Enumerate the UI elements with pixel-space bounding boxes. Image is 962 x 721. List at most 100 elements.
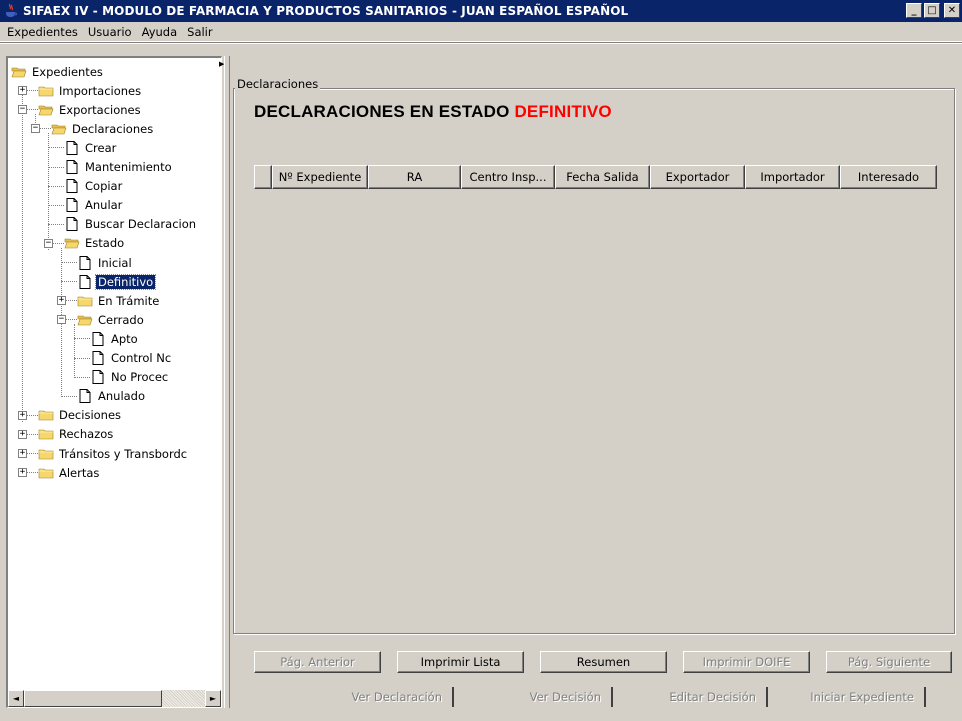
tree-node-tránsitos-y-transbordc[interactable]: Tránsitos y Transbordc <box>38 444 189 463</box>
summary-button[interactable]: Resumen <box>540 651 667 673</box>
tree-node-label: Inicial <box>98 255 132 270</box>
tree-node-copiar[interactable]: Copiar <box>64 177 124 196</box>
tree-node-no-procec[interactable]: No Procec <box>90 368 170 387</box>
tree-node-declaraciones[interactable]: Declaraciones <box>51 119 155 138</box>
column-header-importador[interactable]: Importador <box>745 165 840 189</box>
folder-icon <box>38 407 54 423</box>
tree-connector <box>74 324 75 378</box>
tree-node-apto[interactable]: Apto <box>90 329 140 348</box>
folder-open-icon <box>51 121 67 137</box>
tree-node-anulado[interactable]: Anulado <box>77 387 147 406</box>
page-title: DECLARACIONES EN ESTADO DEFINITIVO <box>254 102 612 122</box>
column-header-ra[interactable]: RA <box>368 165 461 189</box>
tree-horizontal-scrollbar[interactable]: ◄ ► <box>8 690 221 707</box>
close-icon: ✕ <box>947 4 957 16</box>
tree-node-alertas[interactable]: Alertas <box>38 463 101 482</box>
tree-node-label: Estado <box>85 236 125 251</box>
menu-expedientes[interactable]: Expedientes <box>2 25 83 39</box>
tree-node-buscar-declaracion[interactable]: Buscar Declaracion <box>64 215 198 234</box>
print-list-button[interactable]: Imprimir Lista <box>397 651 524 673</box>
declarations-table[interactable]: Nº Expediente RA Centro Insp... Fecha Sa… <box>254 165 937 630</box>
document-icon <box>64 216 80 232</box>
expand-icon[interactable]: + <box>18 429 27 439</box>
document-icon <box>64 178 80 194</box>
menu-usuario[interactable]: Usuario <box>83 25 137 39</box>
column-header-expediente[interactable]: Nº Expediente <box>272 165 368 189</box>
tree-node-inicial[interactable]: Inicial <box>77 253 134 272</box>
menu-salir[interactable]: Salir <box>182 25 217 39</box>
window-title: SIFAEX IV - MODULO DE FARMACIA Y PRODUCT… <box>23 4 629 18</box>
tree-node-mantenimiento[interactable]: Mantenimiento <box>64 158 174 177</box>
folder-icon <box>38 465 54 481</box>
print-doife-button[interactable]: Imprimir DOIFE <box>683 651 810 673</box>
maximize-button[interactable]: □ <box>924 3 940 18</box>
document-icon <box>77 255 93 271</box>
tree-node-label: Decisiones <box>59 408 122 423</box>
folder-icon <box>38 83 54 99</box>
view-decision-button[interactable]: Ver Decisión <box>470 687 613 707</box>
minimize-button[interactable]: _ <box>906 3 922 18</box>
folder-open-icon <box>11 64 27 80</box>
tree-node-label: Control Nc <box>111 351 172 365</box>
expand-icon[interactable]: + <box>57 296 66 306</box>
menu-ayuda[interactable]: Ayuda <box>137 25 183 39</box>
column-header-exportador[interactable]: Exportador <box>650 165 745 189</box>
view-declaration-button[interactable]: Ver Declaración <box>254 687 454 707</box>
collapse-icon[interactable]: − <box>31 124 40 134</box>
tree-node-crear[interactable]: Crear <box>64 138 118 157</box>
folder-open-icon <box>77 312 93 328</box>
table-body[interactable] <box>254 189 937 630</box>
expand-icon[interactable]: + <box>18 86 27 96</box>
next-page-button[interactable]: Pág. Siguiente <box>826 651 952 673</box>
document-icon <box>77 388 93 404</box>
tree-node-exportaciones[interactable]: Exportaciones <box>38 100 143 119</box>
column-header-fecha-salida[interactable]: Fecha Salida <box>555 165 650 189</box>
document-icon <box>90 331 106 347</box>
tree-node-rechazos[interactable]: Rechazos <box>38 425 115 444</box>
column-header-select[interactable] <box>254 165 272 189</box>
document-icon <box>64 159 80 175</box>
tree-node-label: Declaraciones <box>72 121 154 136</box>
expand-icon[interactable]: + <box>18 449 27 458</box>
split-pane-divider[interactable] <box>224 56 230 708</box>
tree-node-control-nc[interactable]: Control Nc <box>90 349 173 368</box>
close-button[interactable]: ✕ <box>944 3 960 18</box>
menu-bar: Expedientes Usuario Ayuda Salir <box>0 22 962 42</box>
scroll-right-button[interactable]: ► <box>205 690 221 707</box>
column-header-centro-insp[interactable]: Centro Insp... <box>461 165 555 189</box>
start-file-button[interactable]: Iniciar Expediente <box>784 687 926 707</box>
tree-node-label: Alertas <box>59 465 100 480</box>
tree-node-estado[interactable]: Estado <box>64 234 126 253</box>
scroll-thumb[interactable] <box>24 690 162 707</box>
tree-node-label: Copiar <box>85 179 123 194</box>
tree-node-en-trámite[interactable]: En Trámite <box>77 291 161 310</box>
collapse-icon[interactable]: − <box>18 105 27 115</box>
edit-decision-button[interactable]: Editar Decisión <box>626 687 768 707</box>
folder-icon <box>38 446 54 462</box>
tree-node-definitivo[interactable]: Definitivo <box>77 272 157 291</box>
scroll-left-button[interactable]: ◄ <box>8 690 24 707</box>
state-label: DEFINITIVO <box>514 102 612 121</box>
tree-node-label: Expedientes <box>32 64 103 79</box>
tree-connector <box>74 338 90 340</box>
scroll-left-icon: ◄ <box>12 694 20 703</box>
tree-node-expedientes[interactable]: Expedientes <box>11 62 105 81</box>
tree-node-label: No Procec <box>111 370 169 385</box>
expand-icon[interactable]: + <box>18 410 27 420</box>
expand-icon[interactable]: + <box>18 468 27 478</box>
document-icon <box>90 350 106 366</box>
document-icon <box>77 274 93 290</box>
tree-node-importaciones[interactable]: Importaciones <box>38 81 143 100</box>
folder-icon <box>77 293 93 309</box>
collapse-icon[interactable]: − <box>44 238 53 248</box>
tree-node-label: Definitivo <box>94 273 157 290</box>
tree-node-decisiones[interactable]: Decisiones <box>38 406 123 425</box>
tree-node-anular[interactable]: Anular <box>64 196 124 215</box>
tree-node-label: En Trámite <box>98 293 160 308</box>
previous-page-button[interactable]: Pág. Anterior <box>254 651 381 673</box>
tree-node-cerrado[interactable]: Cerrado <box>77 310 146 329</box>
navigation-tree[interactable]: Expedientes Importaciones + Exportaciones − D… <box>8 58 221 689</box>
collapse-icon[interactable]: − <box>57 315 66 325</box>
column-header-interesado[interactable]: Interesado <box>840 165 937 189</box>
title-bar[interactable]: SIFAEX IV - MODULO DE FARMACIA Y PRODUCT… <box>0 0 962 22</box>
